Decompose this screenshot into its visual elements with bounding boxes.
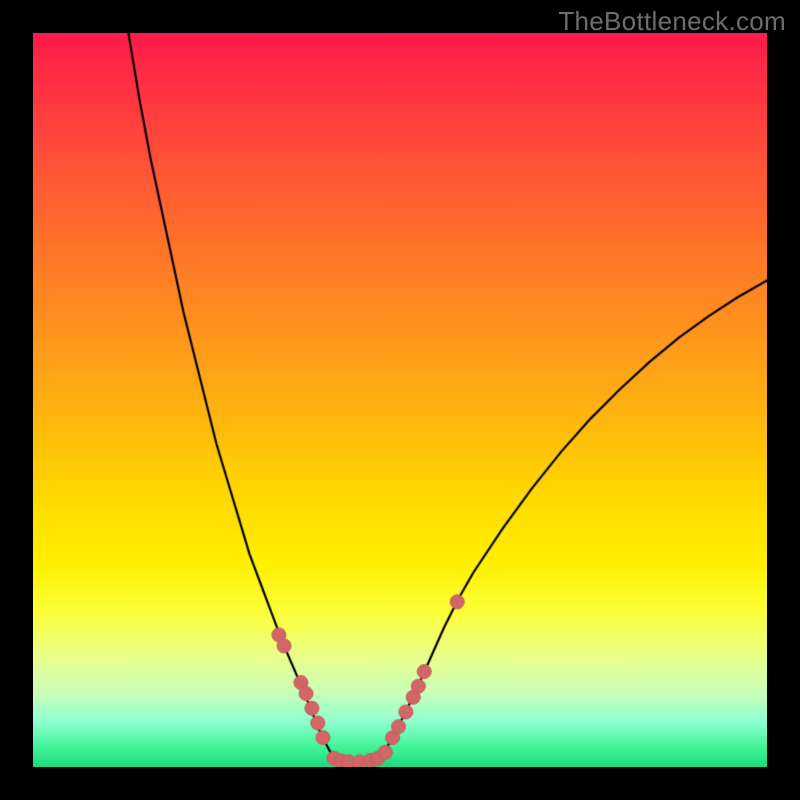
chart-canvas — [33, 33, 767, 767]
watermark-text: TheBottleneck.com — [558, 6, 786, 37]
chart-frame: TheBottleneck.com — [0, 0, 800, 800]
plot-area — [33, 33, 767, 767]
